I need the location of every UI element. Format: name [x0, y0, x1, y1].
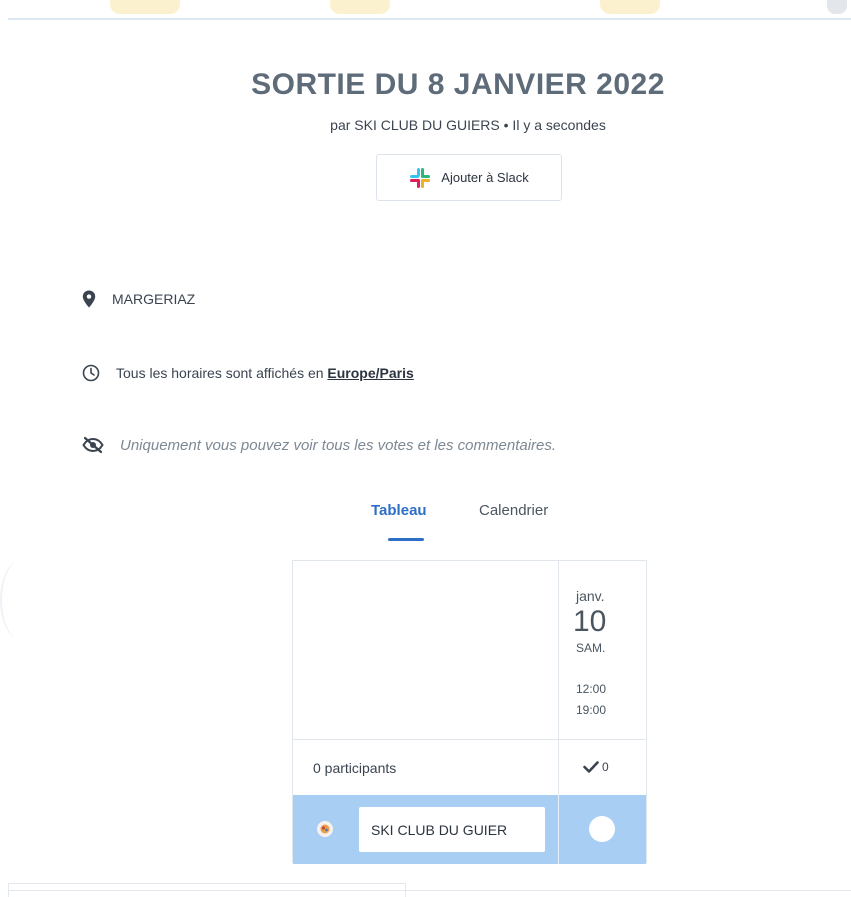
- footer-divider: [8, 890, 851, 891]
- time-end: 19:00: [576, 703, 607, 717]
- yes-tally: 0: [583, 760, 609, 774]
- slack-icon: [410, 167, 431, 188]
- avatar-image: [317, 821, 333, 837]
- event-title: SORTIE DU 8 JANVIER 2022: [251, 68, 665, 101]
- date-weekday: SAM.: [576, 641, 606, 655]
- row-divider: [293, 739, 646, 740]
- decor-shape: [110, 0, 180, 14]
- eye-slash-icon: [82, 436, 104, 454]
- avatar: [317, 821, 333, 837]
- decor-arc: [0, 560, 42, 640]
- poll-table: janv. 10 SAM. 12:00 19:00 0 participants…: [292, 560, 647, 864]
- privacy-row: Uniquement vous pouvez voir tous les vot…: [82, 436, 556, 454]
- timezone-prefix: Tous les horaires sont affichés en: [116, 365, 324, 381]
- slack-button-label: Ajouter à Slack: [441, 170, 529, 185]
- map-pin-icon: [82, 290, 96, 308]
- event-subtitle: par SKI CLUB DU GUIERS • Il y a secondes: [330, 117, 606, 133]
- check-icon: [583, 761, 599, 773]
- top-decoration: [0, 0, 851, 20]
- timezone-link[interactable]: Europe/Paris: [327, 365, 413, 381]
- privacy-text: Uniquement vous pouvez voir tous les vot…: [120, 436, 557, 454]
- participant-name-input[interactable]: [359, 807, 545, 852]
- participant-entry-row: [293, 795, 646, 864]
- location-text: MARGERIAZ: [112, 291, 196, 307]
- time-start: 12:00: [576, 682, 607, 696]
- decor-shape: [330, 0, 390, 14]
- location-row: MARGERIAZ: [82, 290, 195, 308]
- decor-shape: [827, 0, 847, 14]
- clock-icon: [82, 364, 100, 382]
- add-to-slack-button[interactable]: Ajouter à Slack: [376, 154, 562, 201]
- yes-count: 0: [602, 760, 609, 774]
- tab-tableau[interactable]: Tableau: [371, 502, 427, 519]
- date-day: 10: [573, 605, 607, 638]
- column-divider: [558, 795, 559, 864]
- decor-shape: [600, 0, 660, 14]
- date-month: janv.: [576, 588, 605, 604]
- tab-calendrier[interactable]: Calendrier: [479, 502, 548, 519]
- date-option-header: janv. 10 SAM. 12:00 19:00: [559, 561, 646, 739]
- participants-count: 0 participants: [313, 760, 397, 776]
- timezone-row: Tous les horaires sont affichés en Europ…: [82, 364, 414, 382]
- timezone-text: Tous les horaires sont affichés en Europ…: [116, 365, 414, 381]
- vote-toggle[interactable]: [589, 816, 615, 842]
- header-divider: [8, 18, 851, 20]
- poll-page: SORTIE DU 8 JANVIER 2022 par SKI CLUB DU…: [0, 0, 851, 897]
- active-tab-indicator: [388, 538, 424, 541]
